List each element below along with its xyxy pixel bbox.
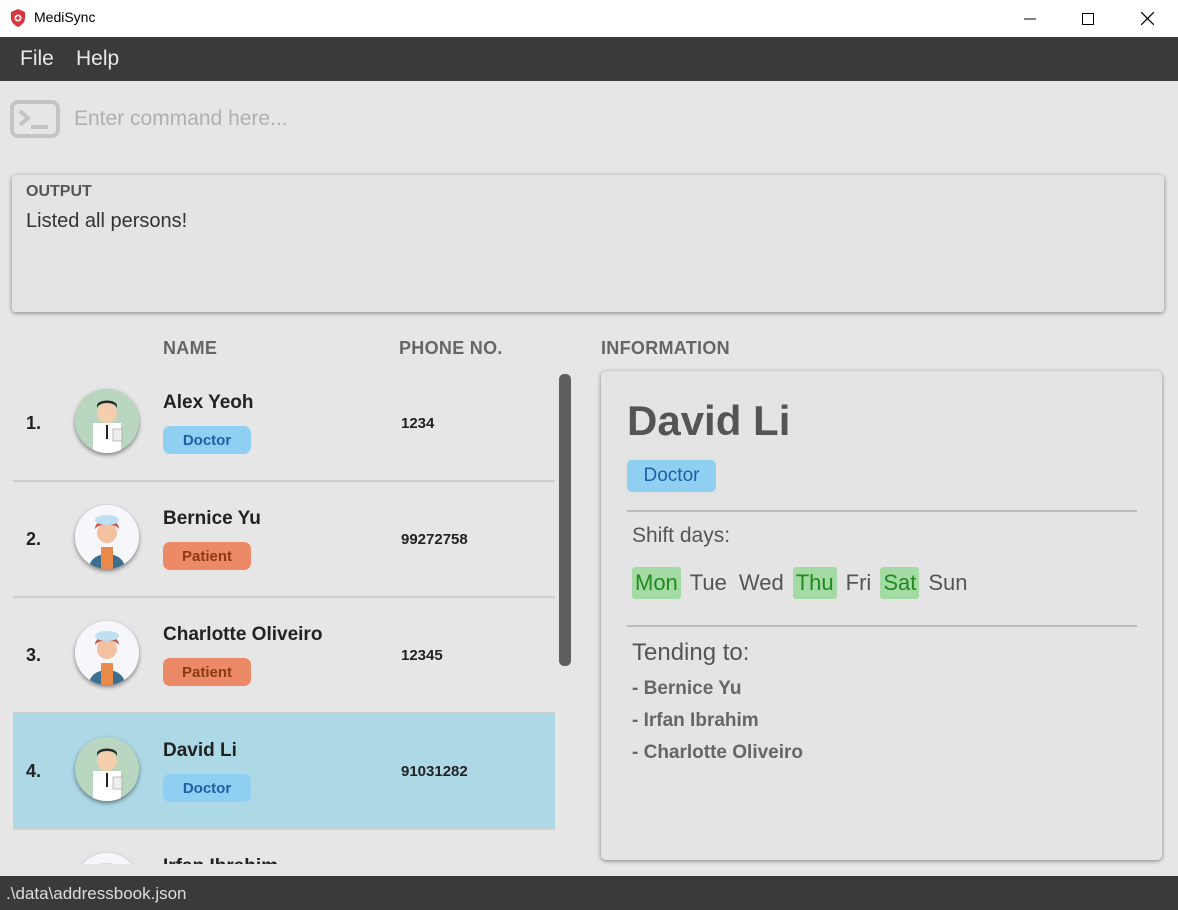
person-phone: 91031282 <box>401 763 468 780</box>
tending-item: - Charlotte Oliveiro <box>632 742 804 763</box>
close-button[interactable] <box>1118 0 1176 37</box>
person-row[interactable]: 1. Alex Yeoh Doctor 1234 <box>13 366 555 482</box>
tending-item: - Irfan Ibrahim <box>632 710 759 731</box>
tending-item: - Bernice Yu <box>632 678 742 699</box>
day-fri: Fri <box>845 570 872 595</box>
info-person-name: David Li <box>627 397 791 444</box>
phone-column-header: PHONE NO. <box>399 338 503 358</box>
role-tag: Patient <box>163 542 251 570</box>
title-bar: MediSync <box>0 0 1178 37</box>
person-phone: 99272758 <box>401 531 468 548</box>
output-message: Listed all persons! <box>26 210 188 232</box>
row-index: 4. <box>26 761 42 781</box>
role-tag: Doctor <box>163 774 251 802</box>
day-sat: Sat <box>880 567 920 599</box>
role-tag: Doctor <box>163 426 251 454</box>
person-name: David Li <box>163 740 237 761</box>
person-name: Charlotte Oliveiro <box>163 624 323 645</box>
terminal-icon <box>10 100 60 138</box>
divider <box>627 510 1137 512</box>
role-tag: Patient <box>163 658 251 686</box>
row-index: 1. <box>26 413 42 433</box>
menu-help[interactable]: Help <box>76 47 119 71</box>
divider <box>627 625 1137 627</box>
doctor-avatar-icon <box>75 389 139 453</box>
output-panel: OUTPUT Listed all persons! <box>12 175 1164 312</box>
minimize-button[interactable] <box>1001 0 1059 37</box>
menu-bar: File Help <box>0 37 1178 81</box>
output-label: OUTPUT <box>26 183 92 200</box>
list-scrollbar[interactable] <box>559 374 571 666</box>
menu-file[interactable]: File <box>20 47 54 71</box>
person-row[interactable]: 3. Charlotte Oliveiro Patient 12345 <box>13 598 555 714</box>
person-name: Alex Yeoh <box>163 392 254 413</box>
day-sun: Sun <box>928 570 968 595</box>
person-name: Bernice Yu <box>163 508 261 529</box>
app-shield-icon <box>11 9 25 27</box>
patient-avatar-icon <box>75 853 139 864</box>
person-row[interactable]: 2. Bernice Yu Patient 99272758 <box>13 482 555 598</box>
day-thu: Thu <box>792 567 837 599</box>
file-path: .\data\addressbook.json <box>6 884 187 903</box>
maximize-icon <box>1082 12 1094 25</box>
name-column-header: NAME <box>163 338 218 358</box>
info-role-tag: Doctor <box>627 460 716 492</box>
window-title: MediSync <box>34 9 96 25</box>
person-name: Irfan Ibrahim <box>163 856 278 864</box>
doctor-avatar-icon <box>75 737 139 801</box>
person-phone: 1234 <box>401 415 435 432</box>
close-icon <box>1140 12 1154 25</box>
maximize-button[interactable] <box>1059 0 1117 37</box>
patient-avatar-icon <box>75 505 139 569</box>
command-input[interactable] <box>66 100 1162 138</box>
row-index: 2. <box>26 529 42 549</box>
information-panel: David Li Doctor Shift days: Mon Tue Wed … <box>601 371 1162 860</box>
minimize-icon <box>1024 18 1036 19</box>
status-bar: .\data\addressbook.json <box>0 876 1178 910</box>
row-index: 3. <box>26 645 42 665</box>
person-phone: 12345 <box>401 647 443 664</box>
day-mon: Mon <box>632 567 681 599</box>
information-header: INFORMATION <box>601 338 730 358</box>
person-row[interactable]: Irfan Ibrahim <box>13 830 555 864</box>
person-row-selected[interactable]: 4. David Li Doctor 91031282 <box>13 714 555 830</box>
patient-avatar-icon <box>75 621 139 685</box>
shift-days: Mon Tue Wed Thu Fri Sat Sun <box>632 567 971 599</box>
day-tue: Tue <box>689 570 727 595</box>
person-list[interactable]: 1. Alex Yeoh Doctor 1234 2. Bernice Yu P… <box>13 366 555 864</box>
day-wed: Wed <box>738 570 784 595</box>
tending-to-label: Tending to: <box>632 639 750 666</box>
shift-days-label: Shift days: <box>632 524 731 547</box>
